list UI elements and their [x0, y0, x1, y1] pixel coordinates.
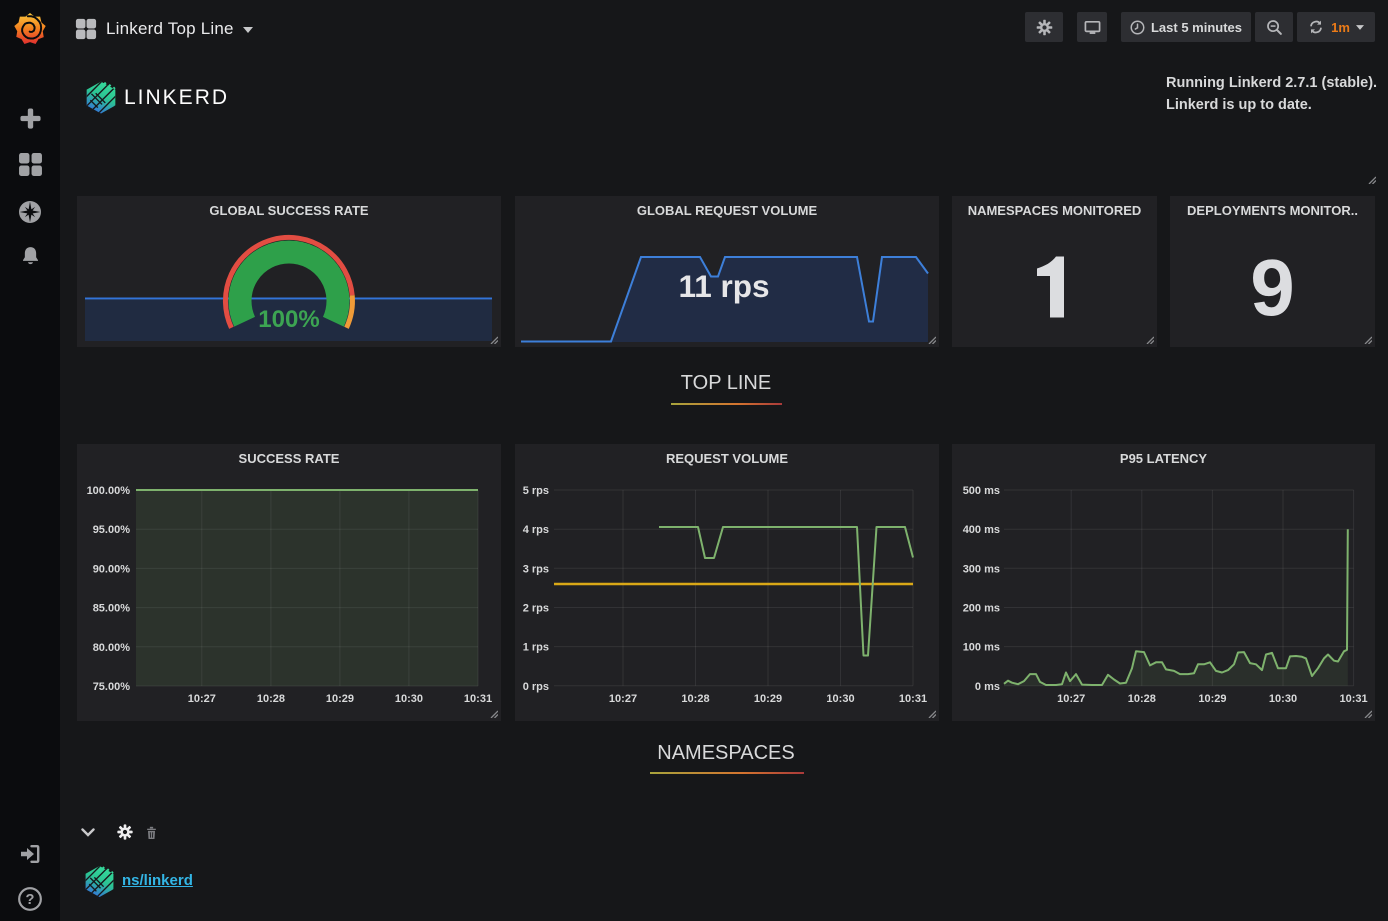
svg-text:1 rps: 1 rps	[523, 642, 549, 654]
svg-text:10:28: 10:28	[1128, 693, 1156, 705]
svg-text:100%: 100%	[258, 306, 319, 333]
svg-text:85.00%: 85.00%	[93, 603, 131, 615]
svg-text:10:29: 10:29	[754, 693, 782, 705]
svg-text:0 ms: 0 ms	[975, 681, 1000, 693]
svg-text:10:29: 10:29	[326, 693, 354, 705]
svg-text:200 ms: 200 ms	[963, 603, 1000, 615]
svg-text:10:30: 10:30	[826, 693, 854, 705]
svg-text:10:30: 10:30	[1269, 693, 1297, 705]
svg-text:80.00%: 80.00%	[93, 642, 131, 654]
svg-text:10:31: 10:31	[464, 693, 492, 705]
svg-text:90.00%: 90.00%	[93, 563, 131, 575]
svg-text:75.00%: 75.00%	[93, 681, 131, 693]
svg-text:10:30: 10:30	[395, 693, 423, 705]
svg-text:10:28: 10:28	[257, 693, 285, 705]
svg-text:?: ?	[26, 892, 35, 908]
svg-text:300 ms: 300 ms	[963, 563, 1000, 575]
svg-text:5 rps: 5 rps	[523, 485, 549, 497]
svg-text:10:28: 10:28	[681, 693, 709, 705]
svg-text:10:27: 10:27	[609, 693, 637, 705]
svg-text:4 rps: 4 rps	[523, 524, 549, 536]
svg-text:10:27: 10:27	[188, 693, 216, 705]
svg-text:11 rps: 11 rps	[678, 268, 769, 304]
svg-text:100.00%: 100.00%	[87, 485, 131, 497]
svg-text:10:31: 10:31	[899, 693, 927, 705]
svg-text:2 rps: 2 rps	[523, 603, 549, 615]
svg-text:10:31: 10:31	[1340, 693, 1368, 705]
svg-text:400 ms: 400 ms	[963, 524, 1000, 536]
svg-text:500 ms: 500 ms	[963, 485, 1000, 497]
svg-text:3 rps: 3 rps	[523, 563, 549, 575]
svg-text:10:27: 10:27	[1057, 693, 1085, 705]
svg-text:0 rps: 0 rps	[523, 681, 549, 693]
svg-text:10:29: 10:29	[1198, 693, 1226, 705]
svg-text:95.00%: 95.00%	[93, 524, 131, 536]
svg-text:100 ms: 100 ms	[963, 642, 1000, 654]
